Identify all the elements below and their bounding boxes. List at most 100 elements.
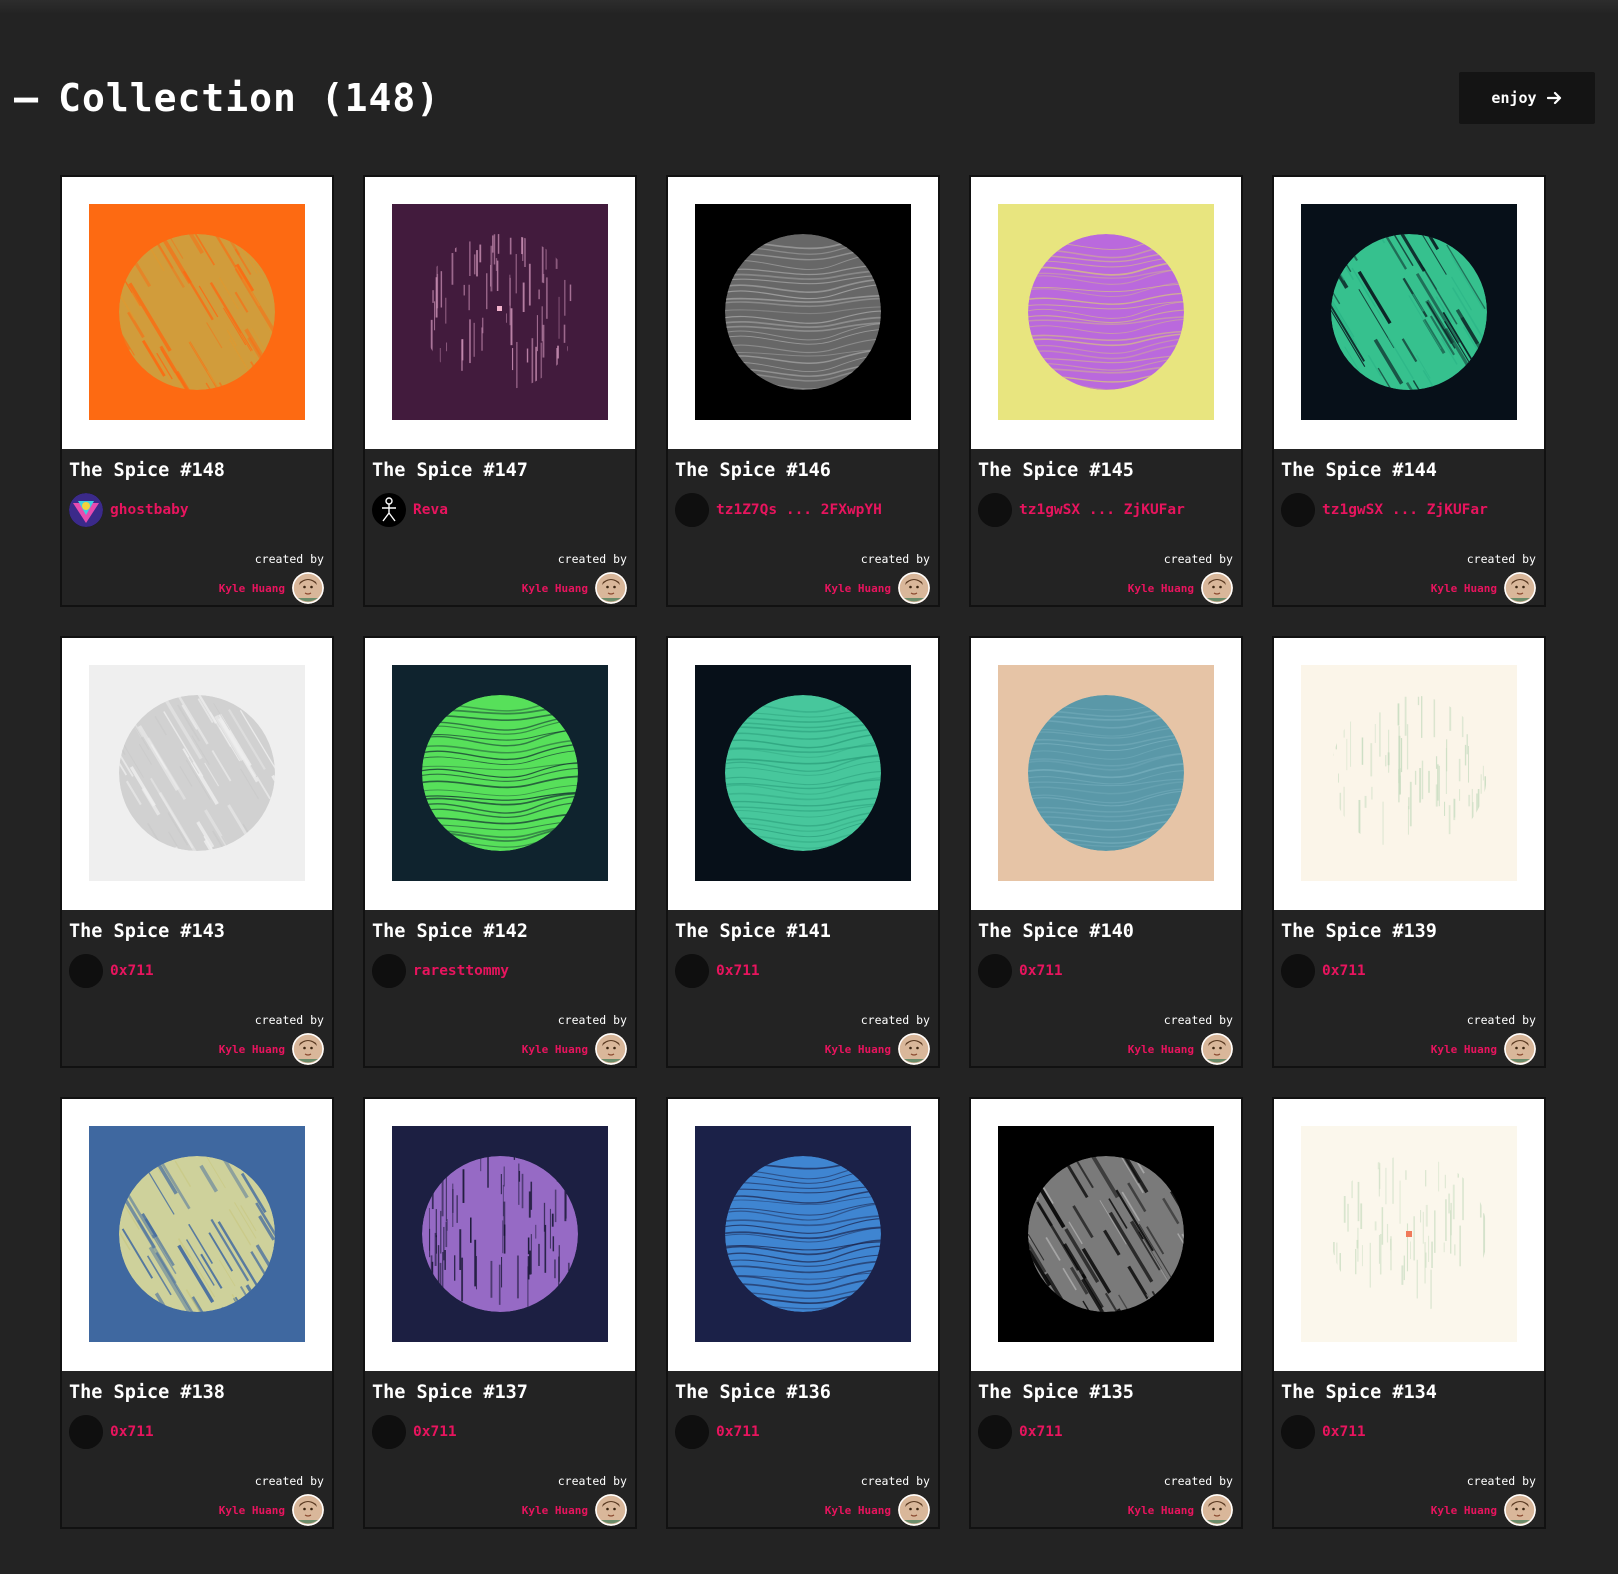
nft-title[interactable]: The Spice #137 [372,1382,528,1403]
nft-title[interactable]: The Spice #148 [69,460,225,481]
creator-name[interactable]: Kyle Huang [219,1504,285,1517]
artwork-image[interactable] [392,1126,608,1342]
artwork-image[interactable] [695,665,911,881]
artwork-image[interactable] [392,665,608,881]
creator-link[interactable]: Kyle Huang [1431,1033,1536,1065]
creator-link[interactable]: Kyle Huang [1128,1033,1233,1065]
collapse-dash-icon[interactable]: – [14,78,38,118]
artwork-image[interactable] [1301,665,1517,881]
nft-card[interactable]: The Spice #144 tz1gwSX ... ZjKUFar creat… [1272,175,1546,607]
creator-link[interactable]: Kyle Huang [219,1033,324,1065]
owner-link[interactable]: 0x711 [69,954,154,988]
creator-link[interactable]: Kyle Huang [1431,1494,1536,1526]
creator-name[interactable]: Kyle Huang [1128,1043,1194,1056]
artwork-image[interactable] [998,1126,1214,1342]
artwork-image[interactable] [695,204,911,420]
creator-name[interactable]: Kyle Huang [825,582,891,595]
creator-name[interactable]: Kyle Huang [1128,1504,1194,1517]
artwork-image[interactable] [1301,204,1517,420]
enjoy-button[interactable]: enjoy [1459,72,1595,124]
owner-link[interactable]: tz1gwSX ... ZjKUFar [978,493,1185,527]
owner-name[interactable]: raresttommy [413,963,509,979]
creator-name[interactable]: Kyle Huang [1128,582,1194,595]
owner-name[interactable]: tz1gwSX ... ZjKUFar [1019,502,1185,518]
nft-card[interactable]: The Spice #134 0x711 created by Kyle Hua… [1272,1097,1546,1529]
owner-link[interactable]: 0x711 [675,954,760,988]
owner-name[interactable]: 0x711 [716,1424,760,1440]
owner-name[interactable]: tz1gwSX ... ZjKUFar [1322,502,1488,518]
owner-name[interactable]: 0x711 [413,1424,457,1440]
owner-name[interactable]: 0x711 [1019,1424,1063,1440]
artwork-image[interactable] [89,665,305,881]
artwork-image[interactable] [89,204,305,420]
nft-title[interactable]: The Spice #139 [1281,921,1437,942]
owner-link[interactable]: Reva [372,493,448,527]
owner-link[interactable]: tz1Z7Qs ... 2FXwpYH [675,493,882,527]
nft-card[interactable]: The Spice #137 0x711 created by Kyle Hua… [363,1097,637,1529]
creator-link[interactable]: Kyle Huang [522,572,627,604]
owner-name[interactable]: 0x711 [716,963,760,979]
creator-link[interactable]: Kyle Huang [219,572,324,604]
nft-card[interactable]: The Spice #139 0x711 created by Kyle Hua… [1272,636,1546,1068]
nft-title[interactable]: The Spice #145 [978,460,1134,481]
creator-name[interactable]: Kyle Huang [219,1043,285,1056]
creator-name[interactable]: Kyle Huang [825,1504,891,1517]
creator-link[interactable]: Kyle Huang [522,1494,627,1526]
nft-card[interactable]: The Spice #148 ghostbaby created by Kyle… [60,175,334,607]
creator-name[interactable]: Kyle Huang [1431,1504,1497,1517]
nft-title[interactable]: The Spice #138 [69,1382,225,1403]
owner-name[interactable]: 0x711 [1322,963,1366,979]
artwork-image[interactable] [89,1126,305,1342]
nft-title[interactable]: The Spice #141 [675,921,831,942]
nft-card[interactable]: The Spice #141 0x711 created by Kyle Hua… [666,636,940,1068]
owner-name[interactable]: ghostbaby [110,502,189,518]
creator-name[interactable]: Kyle Huang [1431,1043,1497,1056]
nft-card[interactable]: The Spice #146 tz1Z7Qs ... 2FXwpYH creat… [666,175,940,607]
creator-link[interactable]: Kyle Huang [825,1494,930,1526]
owner-name[interactable]: Reva [413,502,448,518]
creator-link[interactable]: Kyle Huang [1128,1494,1233,1526]
owner-name[interactable]: 0x711 [110,1424,154,1440]
owner-link[interactable]: raresttommy [372,954,509,988]
creator-link[interactable]: Kyle Huang [522,1033,627,1065]
nft-title[interactable]: The Spice #140 [978,921,1134,942]
creator-name[interactable]: Kyle Huang [522,1043,588,1056]
nft-card[interactable]: The Spice #145 tz1gwSX ... ZjKUFar creat… [969,175,1243,607]
creator-name[interactable]: Kyle Huang [522,1504,588,1517]
artwork-image[interactable] [998,204,1214,420]
owner-link[interactable]: 0x711 [978,954,1063,988]
owner-link[interactable]: 0x711 [675,1415,760,1449]
owner-name[interactable]: 0x711 [110,963,154,979]
owner-link[interactable]: 0x711 [372,1415,457,1449]
creator-name[interactable]: Kyle Huang [825,1043,891,1056]
nft-title[interactable]: The Spice #144 [1281,460,1437,481]
artwork-image[interactable] [998,665,1214,881]
owner-link[interactable]: 0x711 [1281,1415,1366,1449]
owner-link[interactable]: 0x711 [1281,954,1366,988]
creator-name[interactable]: Kyle Huang [522,582,588,595]
owner-link[interactable]: tz1gwSX ... ZjKUFar [1281,493,1488,527]
creator-link[interactable]: Kyle Huang [1431,572,1536,604]
owner-name[interactable]: 0x711 [1322,1424,1366,1440]
owner-link[interactable]: 0x711 [978,1415,1063,1449]
artwork-image[interactable] [392,204,608,420]
creator-name[interactable]: Kyle Huang [1431,582,1497,595]
creator-name[interactable]: Kyle Huang [219,582,285,595]
nft-title[interactable]: The Spice #147 [372,460,528,481]
nft-card[interactable]: The Spice #136 0x711 created by Kyle Hua… [666,1097,940,1529]
nft-card[interactable]: The Spice #142 raresttommy created by Ky… [363,636,637,1068]
nft-title[interactable]: The Spice #135 [978,1382,1134,1403]
nft-title[interactable]: The Spice #136 [675,1382,831,1403]
creator-link[interactable]: Kyle Huang [219,1494,324,1526]
nft-card[interactable]: The Spice #138 0x711 created by Kyle Hua… [60,1097,334,1529]
nft-title[interactable]: The Spice #134 [1281,1382,1437,1403]
owner-name[interactable]: 0x711 [1019,963,1063,979]
artwork-image[interactable] [695,1126,911,1342]
nft-title[interactable]: The Spice #143 [69,921,225,942]
creator-link[interactable]: Kyle Huang [825,572,930,604]
owner-name[interactable]: tz1Z7Qs ... 2FXwpYH [716,502,882,518]
nft-card[interactable]: The Spice #140 0x711 created by Kyle Hua… [969,636,1243,1068]
owner-link[interactable]: ghostbaby [69,493,189,527]
nft-card[interactable]: The Spice #147 Reva created by Kyle Huan… [363,175,637,607]
nft-title[interactable]: The Spice #146 [675,460,831,481]
